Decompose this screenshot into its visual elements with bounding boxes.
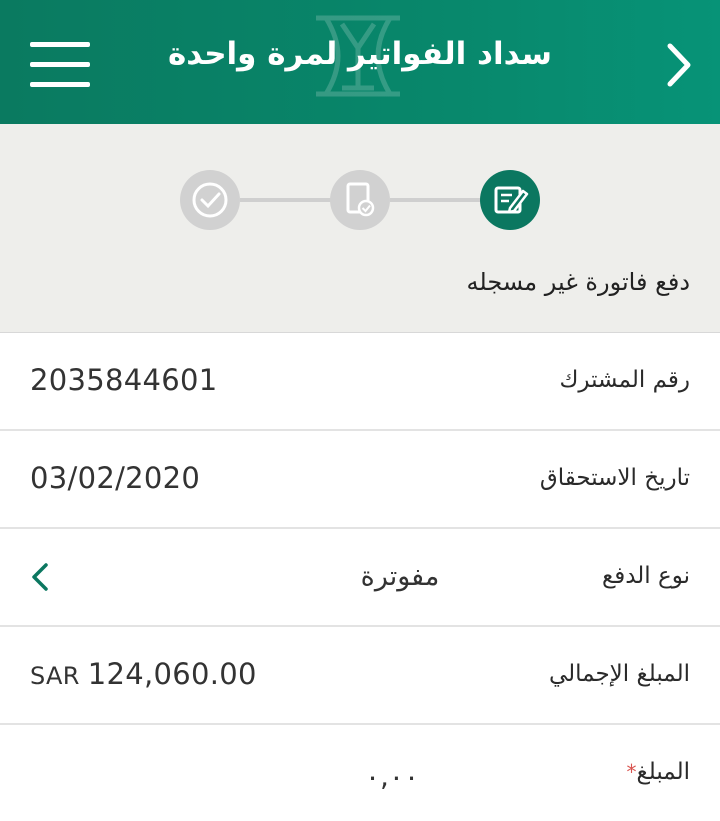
- step-review: [330, 170, 390, 230]
- edit-form-icon: [494, 186, 529, 214]
- document-check-icon: [346, 182, 375, 217]
- section-title: دفع فاتورة غير مسجله: [466, 268, 690, 296]
- total-amount-number: 124,060.00: [87, 657, 257, 691]
- payment-type-value[interactable]: مفوترة: [300, 561, 500, 592]
- payment-type-label: نوع الدفع: [601, 563, 690, 589]
- currency-code: SAR: [30, 662, 80, 690]
- step-enter-details: [480, 170, 540, 230]
- hamburger-menu-icon: [30, 42, 90, 47]
- due-date-label: تاريخ الاستحقاق: [539, 465, 690, 491]
- menu-button[interactable]: [28, 40, 92, 88]
- step-connector: [390, 198, 482, 202]
- subscriber-number-label: رقم المشترك: [559, 367, 690, 393]
- check-circle-icon: [192, 182, 228, 218]
- due-date-value: 03/02/2020: [30, 461, 201, 495]
- app-header: سداد الفواتير لمرة واحدة: [0, 0, 720, 124]
- page-title: سداد الفواتير لمرة واحدة: [168, 36, 552, 72]
- due-date-row: تاريخ الاستحقاق 03/02/2020: [0, 431, 720, 529]
- chevron-left-icon[interactable]: [26, 559, 54, 595]
- total-amount-row: المبلغ الإجمالي SAR 124,060.00: [0, 627, 720, 725]
- required-asterisk: *: [626, 760, 637, 784]
- total-amount-value: SAR 124,060.00: [30, 657, 257, 691]
- total-amount-label: المبلغ الإجمالي: [548, 661, 690, 687]
- amount-input[interactable]: [340, 759, 444, 794]
- amount-label: المبلغ*: [626, 759, 691, 785]
- subscriber-number-value: 2035844601: [30, 363, 218, 397]
- progress-stepper: دفع فاتورة غير مسجله: [0, 124, 720, 333]
- chevron-right-icon[interactable]: [656, 40, 702, 90]
- payment-type-row[interactable]: نوع الدفع مفوترة: [0, 529, 720, 627]
- subscriber-number-row: رقم المشترك 2035844601: [0, 333, 720, 431]
- step-connector: [240, 198, 332, 202]
- step-confirm: [180, 170, 240, 230]
- amount-row: المبلغ*: [0, 725, 720, 821]
